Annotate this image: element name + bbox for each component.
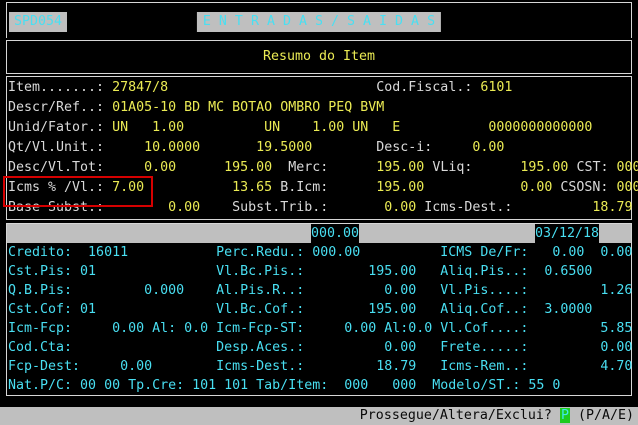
bar-value-right: 03/12/18 xyxy=(535,224,599,243)
summary-line: Item.......: 27847/8 Cod.Fiscal.: 6101 xyxy=(8,78,631,98)
detail-line: Icm-Fcp: 0.00 Al: 0.0 Icm-Fcp-ST: 0.00 A… xyxy=(7,319,631,338)
program-id-badge: SPD054 xyxy=(9,12,67,32)
item-summary-panel: Item.......: 27847/8 Cod.Fiscal.: 6101De… xyxy=(6,76,632,220)
detail-line: Cst.Pis: 01 Vl.Bc.Pis.: 195.00 Aliq.Pis.… xyxy=(7,262,631,281)
screen-title: E N T R A D A S / S A I D A S xyxy=(197,12,441,32)
prompt-text: Prossegue/Altera/Exclui? xyxy=(360,408,560,423)
detail-line: Cod.Cta: Desp.Aces.: 0.00 Frete.....: 0.… xyxy=(7,338,631,357)
summary-line: Descr/Ref..: 01A05-10 BD MC BOTAO OMBRO … xyxy=(8,98,631,118)
summary-line: Base Subst.: 0.00 Subst.Trib.: 0.00 Icms… xyxy=(8,198,631,218)
bar-segment xyxy=(359,224,535,243)
window-top-frame: SPD054 E N T R A D A S / S A I D A S xyxy=(6,2,632,38)
bar-value-left: 000.00 xyxy=(311,224,359,243)
summary-line: Qt/Vl.Unit.: 10.0000 19.5000 Desc-i: 0.0… xyxy=(8,138,631,158)
prompt-answer-field[interactable]: P xyxy=(560,408,570,423)
bar-segment xyxy=(599,224,631,243)
prompt-options: (P/A/E) xyxy=(570,408,634,423)
summary-title: Resumo do Item xyxy=(7,41,631,72)
detail-line: Cst.Cof: 01 Vl.Bc.Cof.: 195.00 Aliq.Cof.… xyxy=(7,300,631,319)
tax-detail-panel: 000.00 03/12/18 Credito: 16011 Perc.Redu… xyxy=(6,223,632,396)
summary-line: Desc/Vl.Tot: 0.00 195.00 Merc: 195.00 VL… xyxy=(8,158,631,178)
detail-header-bar: 000.00 03/12/18 xyxy=(7,224,631,243)
bar-segment xyxy=(7,224,311,243)
detail-line: Nat.P/C: 00 00 Tp.Cre: 101 101 Tab/Item:… xyxy=(7,376,631,395)
detail-line: Q.B.Pis: 0.000 Al.Pis.R..: 0.00 Vl.Pis..… xyxy=(7,281,631,300)
detail-line: Fcp-Dest: 0.00 Icms-Dest.: 18.79 Icms-Re… xyxy=(7,357,631,376)
detail-line: Credito: 16011 Perc.Redu.: 000.00 ICMS D… xyxy=(7,243,631,262)
summary-line: Unid/Fator.: UN 1.00 UN 1.00 UN E 000000… xyxy=(8,118,631,138)
summary-title-box: Resumo do Item xyxy=(6,40,632,74)
summary-line: Icms % /Vl.: 7.00 13.65 B.Icm: 195.00 0.… xyxy=(8,178,631,198)
status-bar: Prossegue/Altera/Exclui? P (P/A/E) xyxy=(0,407,638,425)
